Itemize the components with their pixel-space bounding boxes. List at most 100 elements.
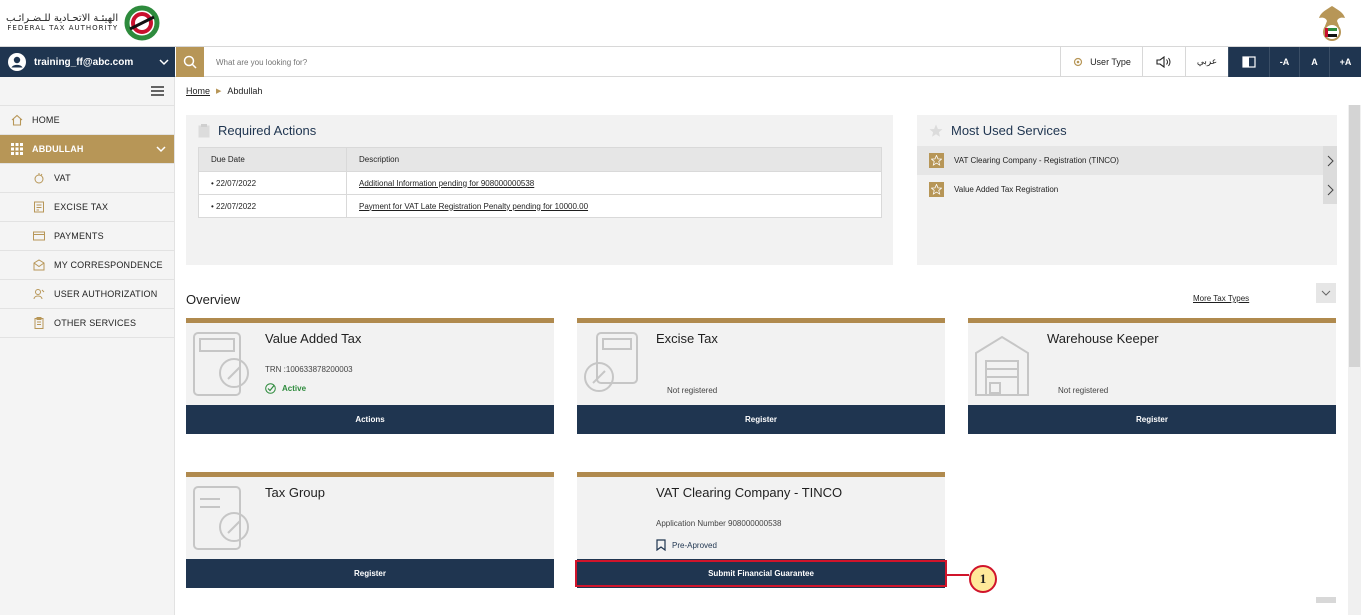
user-account-menu[interactable]: training_ff@abc.com [0, 47, 175, 77]
logo-english-text: FEDERAL TAX AUTHORITY [7, 23, 119, 32]
contrast-toggle-button[interactable] [1228, 47, 1269, 77]
arabic-label: عربي [1196, 57, 1218, 67]
chevron-right-icon [1323, 175, 1337, 204]
warehouse-icon [975, 335, 1029, 396]
card-title: Tax Group [265, 485, 325, 500]
breadcrumb-current: Abdullah [227, 86, 263, 96]
sidebar-item-label: VAT [54, 173, 71, 183]
table-row: • 22/07/2022 Payment for VAT Late Regist… [198, 194, 882, 218]
sidebar-item-excise-tax[interactable]: EXCISE TAX [0, 193, 174, 222]
tax-group-card: Tax Group Register [186, 472, 554, 588]
callout-connector [947, 574, 969, 576]
bookmark-icon [656, 539, 666, 551]
correspondence-icon [32, 258, 46, 272]
table-row: • 22/07/2022 Additional Information pend… [198, 171, 882, 195]
sidebar-item-vat[interactable]: VAT [0, 164, 174, 193]
trn-number: TRN :100633878200003 [265, 365, 353, 374]
sidebar-item-label: USER AUTHORIZATION [54, 289, 158, 299]
sidebar-item-label: OTHER SERVICES [54, 318, 137, 328]
excise-register-button[interactable]: Register [577, 405, 945, 434]
contrast-icon [1242, 56, 1256, 68]
calculator-percent-icon [193, 332, 249, 396]
scrollbar-thumb[interactable] [1349, 105, 1360, 367]
font-normal-button[interactable]: A [1299, 47, 1329, 77]
scroll-indicator [1316, 597, 1336, 603]
breadcrumb-home-link[interactable]: Home [186, 86, 210, 96]
status-badge: Active [282, 384, 307, 393]
sidebar-item-label: ABDULLAH [32, 144, 84, 154]
vat-icon [32, 171, 46, 185]
grid-icon [10, 142, 24, 156]
sidebar-item-my-correspondence[interactable]: MY CORRESPONDENCE [0, 251, 174, 280]
sidebar-item-payments[interactable]: PAYMENTS [0, 222, 174, 251]
excise-icon [32, 200, 46, 214]
service-item-tinco-registration[interactable]: VAT Clearing Company - Registration (TIN… [917, 146, 1337, 175]
excise-calculator-icon [584, 332, 638, 392]
collapse-overview-button[interactable] [1316, 283, 1336, 303]
card-title: Warehouse Keeper [1047, 331, 1159, 346]
action-description-link[interactable]: Additional Information pending for 90800… [359, 179, 534, 188]
action-description-link[interactable]: Payment for VAT Late Registration Penalt… [359, 202, 588, 211]
service-label: Value Added Tax Registration [954, 185, 1059, 194]
most-used-services-title: Most Used Services [951, 123, 1067, 138]
sidebar-item-label: MY CORRESPONDENCE [54, 260, 163, 270]
nav-bar: training_ff@abc.com User Type عربي -A A … [0, 46, 1361, 77]
sidebar: HOME ABDULLAH VAT EXCISE TAX PAYMENTS MY… [0, 77, 175, 615]
user-authorization-icon [32, 287, 46, 301]
warehouse-register-button[interactable]: Register [968, 405, 1336, 434]
vat-actions-button[interactable]: Actions [186, 405, 554, 434]
card-title: Excise Tax [656, 331, 718, 346]
arabic-language-button[interactable]: عربي [1185, 47, 1228, 77]
sidebar-item-home[interactable]: HOME [0, 106, 174, 135]
clipboard-icon [198, 123, 210, 137]
breadcrumb: Home ▶ Abdullah [186, 86, 262, 96]
column-header-due-date: Due Date [198, 147, 347, 172]
tinco-card: VAT Clearing Company - TINCO Application… [577, 472, 945, 588]
search-icon [183, 55, 197, 69]
chevron-down-icon [1321, 290, 1331, 296]
user-email: training_ff@abc.com [34, 56, 134, 68]
column-header-description: Description [346, 147, 882, 172]
vat-card: Value Added Tax TRN :100633878200003 Act… [186, 318, 554, 434]
table-header-row: Due Date Description [198, 147, 882, 172]
status-badge: Pre-Aproved [672, 540, 717, 550]
chevron-down-icon [156, 146, 166, 153]
fta-logo[interactable]: الهيئـة الاتحـادية للـضـرائـب FEDERAL TA… [6, 5, 160, 41]
sidebar-item-abdullah[interactable]: ABDULLAH [0, 135, 174, 164]
font-decrease-button[interactable]: -A [1269, 47, 1299, 77]
more-tax-types-link[interactable]: More Tax Types [1193, 294, 1249, 303]
font-increase-button[interactable]: +A [1329, 47, 1361, 77]
hamburger-menu-icon[interactable] [151, 86, 164, 96]
sidebar-item-other-services[interactable]: OTHER SERVICES [0, 309, 174, 338]
service-label: VAT Clearing Company - Registration (TIN… [954, 156, 1119, 165]
card-title: Value Added Tax [265, 331, 362, 346]
sidebar-item-user-authorization[interactable]: USER AUTHORIZATION [0, 280, 174, 309]
audio-button[interactable] [1142, 47, 1185, 77]
service-item-vat-registration[interactable]: Value Added Tax Registration [917, 175, 1337, 204]
vertical-scrollbar[interactable] [1348, 105, 1361, 615]
card-title: VAT Clearing Company - TINCO [656, 485, 843, 500]
document-percent-icon [193, 486, 249, 550]
user-avatar-icon [8, 53, 26, 71]
due-date-cell: • 22/07/2022 [198, 171, 347, 195]
breadcrumb-arrow-icon: ▶ [216, 88, 222, 95]
other-services-icon [32, 316, 46, 330]
overview-title: Overview [186, 292, 241, 307]
sidebar-item-label: HOME [32, 115, 60, 125]
gear-icon [1073, 57, 1083, 67]
most-used-services-panel: Most Used Services VAT Clearing Company … [917, 115, 1337, 265]
required-actions-table: Due Date Description • 22/07/2022 Additi… [198, 147, 882, 218]
chevron-down-icon [159, 59, 169, 66]
logo-arabic-text: الهيئـة الاتحـادية للـضـرائـب [6, 13, 119, 25]
registration-status: Not registered [1058, 386, 1109, 395]
speaker-icon [1156, 56, 1171, 68]
tax-group-register-button[interactable]: Register [186, 559, 554, 588]
search-button[interactable] [176, 47, 204, 77]
user-type-button[interactable]: User Type [1060, 47, 1142, 77]
search-input[interactable] [208, 53, 908, 71]
submit-financial-guarantee-button[interactable]: Submit Financial Guarantee [577, 559, 945, 588]
uae-emblem-icon [1319, 6, 1345, 41]
sidebar-item-label: EXCISE TAX [54, 202, 109, 212]
star-icon [929, 182, 944, 197]
fta-logo-icon [124, 5, 160, 41]
